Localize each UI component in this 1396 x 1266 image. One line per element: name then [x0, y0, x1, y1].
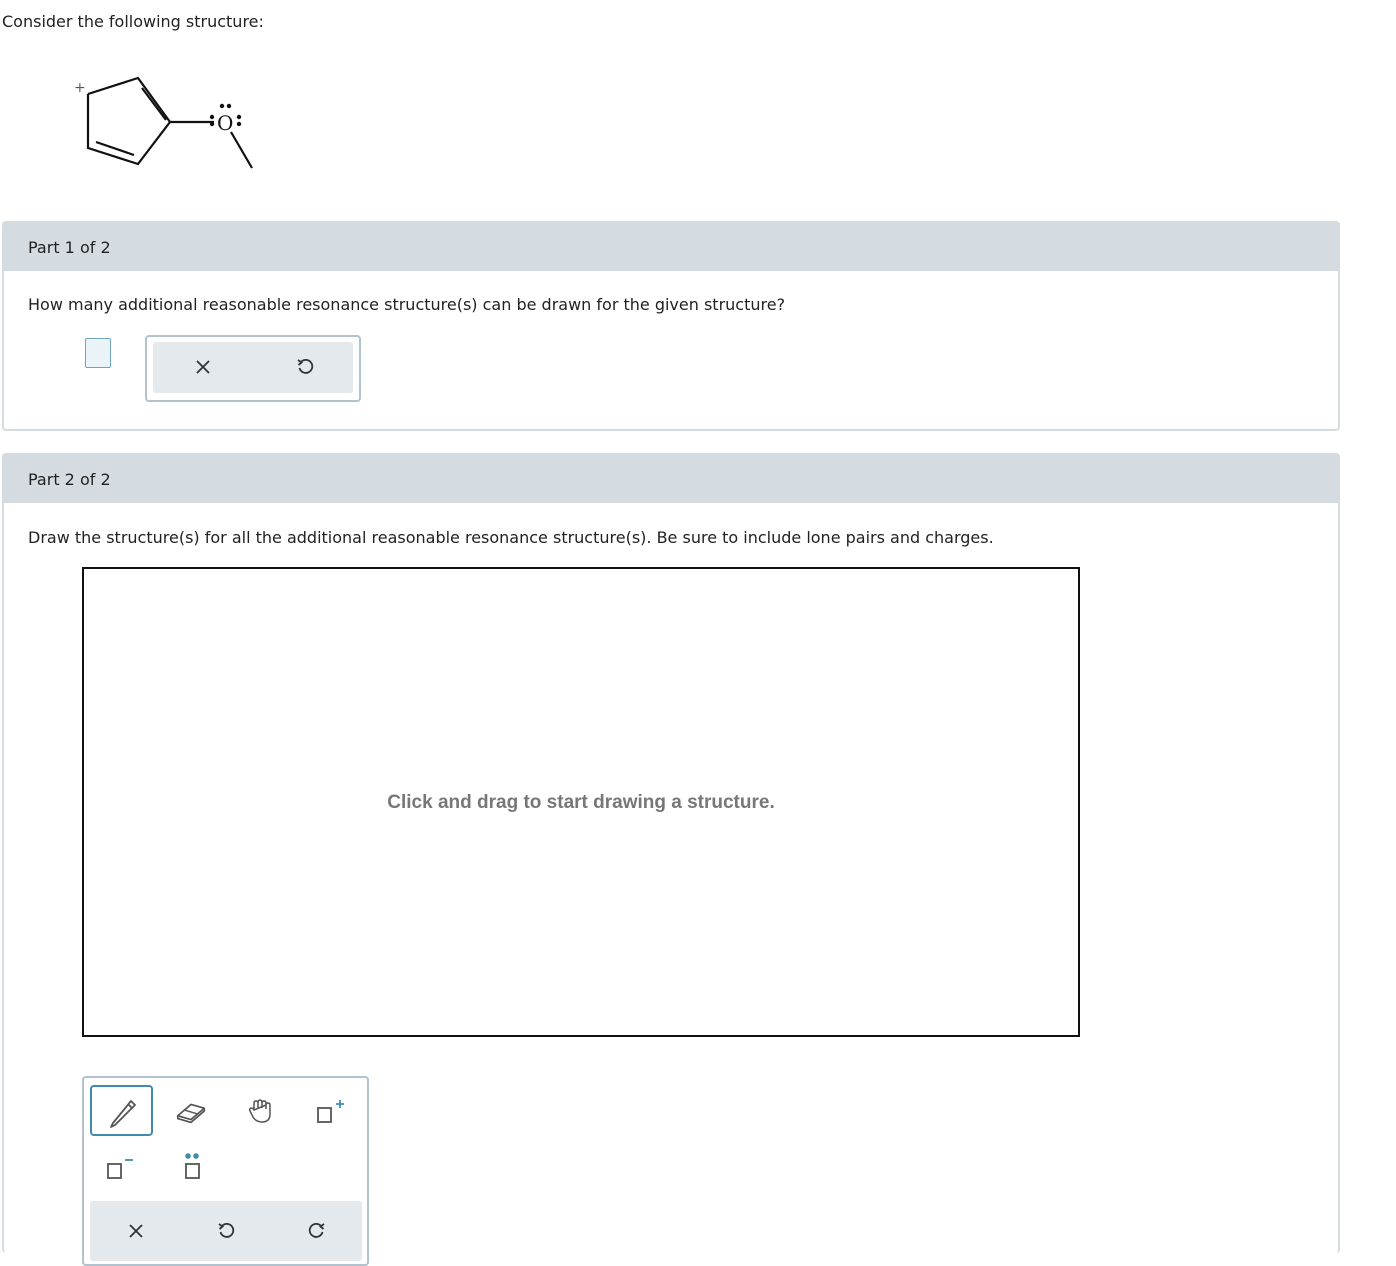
pencil-icon: [110, 1100, 136, 1128]
positive-charge: +: [74, 80, 86, 96]
positive-charge-tool-button[interactable]: [312, 1094, 346, 1128]
undo-button[interactable]: [288, 350, 322, 384]
clear-button[interactable]: [186, 350, 220, 384]
redo-icon: [308, 1223, 325, 1238]
part-1-section: Part 1 of 2 How many additional reasonab…: [2, 221, 1340, 431]
part-1-header: Part 1 of 2: [4, 223, 1338, 271]
oxygen-atom: O: [217, 111, 233, 135]
clear-icon: [196, 360, 210, 374]
canvas-clear-button[interactable]: [119, 1214, 153, 1248]
clear-icon: [129, 1224, 143, 1238]
undo-icon: [218, 1223, 235, 1238]
undo-icon: [297, 359, 314, 374]
part-2-question: Draw the structure(s) for all the additi…: [28, 528, 994, 547]
add-positive-charge-icon: [317, 1100, 344, 1123]
negative-charge-tool-button[interactable]: [102, 1150, 136, 1184]
toolbar-actions: [90, 1201, 362, 1261]
canvas-hint: Click and drag to start drawing a struct…: [387, 792, 775, 813]
lone-pair-tool-button[interactable]: [176, 1150, 210, 1184]
pencil-tool-button[interactable]: [90, 1085, 153, 1136]
hand-tool-button[interactable]: [244, 1094, 278, 1128]
part-1-question: How many additional reasonable resonance…: [28, 295, 786, 314]
canvas-undo-button[interactable]: [209, 1214, 243, 1248]
part-2-header: Part 2 of 2: [4, 455, 1338, 503]
answer-button-panel: [145, 335, 361, 402]
canvas-redo-button[interactable]: [300, 1214, 334, 1248]
eraser-tool-button[interactable]: [174, 1095, 208, 1129]
intro-text: Consider the following structure:: [2, 12, 264, 31]
drawing-toolbar: [82, 1076, 369, 1266]
eraser-icon: [176, 1103, 206, 1124]
add-lone-pair-icon: [185, 1153, 200, 1179]
part-2-section: Part 2 of 2 Draw the structure(s) for al…: [2, 453, 1340, 1266]
answer-input[interactable]: [85, 338, 111, 368]
given-structure: + O: [74, 76, 253, 169]
hand-icon: [248, 1099, 271, 1123]
drawing-canvas[interactable]: Click and drag to start drawing a struct…: [82, 567, 1080, 1037]
add-negative-charge-icon: [107, 1159, 133, 1179]
